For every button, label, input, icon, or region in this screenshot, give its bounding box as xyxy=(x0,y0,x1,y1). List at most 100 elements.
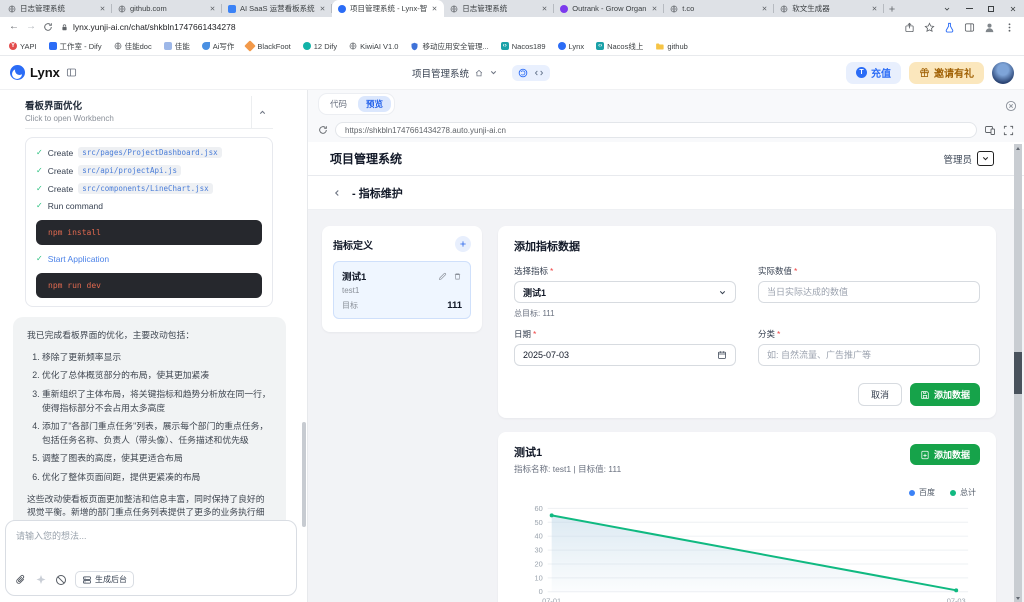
composer: 生成后台 xyxy=(5,520,297,596)
step-action: Create xyxy=(48,184,74,194)
url-field[interactable]: lynx.yunji-ai.cn/chat/shkbln174766143427… xyxy=(60,22,897,32)
attach-paperclip-icon[interactable] xyxy=(15,574,27,586)
legend-item[interactable]: 总计 xyxy=(950,487,976,498)
scrollbar-thumb[interactable] xyxy=(1014,352,1022,394)
tab-close-icon[interactable] xyxy=(209,5,216,12)
browser-tab[interactable]: 日志管理系统 xyxy=(444,0,554,17)
created-file-chip[interactable]: src/pages/ProjectDashboard.jsx xyxy=(78,147,221,158)
browser-tab[interactable]: AI SaaS 运营看板系统 xyxy=(222,0,332,17)
user-avatar[interactable] xyxy=(992,62,1014,84)
recharge-button[interactable]: T充值 xyxy=(846,62,901,84)
tab-code[interactable]: 代码 xyxy=(322,96,355,112)
browser-tab[interactable]: Outrank - Grow Organ xyxy=(554,0,664,17)
delete-trash-icon[interactable] xyxy=(453,272,462,281)
bookmark-dify-workspace[interactable]: 工作室 - Dify xyxy=(49,41,102,52)
new-tab-button[interactable] xyxy=(884,0,900,17)
tab-close-icon[interactable] xyxy=(431,5,438,12)
project-switcher[interactable]: 项目管理系统 xyxy=(412,66,498,80)
code-mode-icon[interactable] xyxy=(534,68,544,78)
tab-close-icon[interactable] xyxy=(319,5,326,12)
start-application-link[interactable]: Start Application xyxy=(48,254,109,264)
bookmark-kiwiai[interactable]: KiwiAI V1.0 xyxy=(349,42,398,51)
tab-close-icon[interactable] xyxy=(761,5,768,12)
preview-scrollbar[interactable] xyxy=(1014,144,1022,602)
preview-close-button[interactable] xyxy=(1005,97,1017,115)
bookmark-yapi[interactable]: YYAPI xyxy=(9,42,37,51)
extension-flask-icon[interactable] xyxy=(944,22,955,33)
lynx-favicon xyxy=(338,5,346,13)
composer-input[interactable] xyxy=(16,529,286,565)
metric-item[interactable]: 测试1 test1 目标 111 xyxy=(333,261,471,319)
browser-tab-active[interactable]: 项目管理系统 - Lynx-智 xyxy=(332,0,444,17)
cancel-button[interactable]: 取消 xyxy=(858,383,902,406)
bookmark-label: 佳能doc xyxy=(125,41,152,52)
scroll-down-arrow[interactable] xyxy=(1014,594,1022,602)
tab-close-icon[interactable] xyxy=(651,5,658,12)
submit-add-data-button[interactable]: 添加数据 xyxy=(910,383,980,406)
tab-close-icon[interactable] xyxy=(541,5,548,12)
check-icon: ✓ xyxy=(36,202,43,210)
invite-button[interactable]: 邀请有礼 xyxy=(909,62,984,84)
window-minimize-button[interactable] xyxy=(958,0,980,17)
legend-item[interactable]: 百度 xyxy=(909,487,935,498)
window-maximize-button[interactable] xyxy=(980,0,1002,17)
bookmark-lynx[interactable]: Lynx xyxy=(558,42,585,51)
bookmark-nacos-online[interactable]: ‹›Nacos线上 xyxy=(596,41,643,52)
menu-kebab-icon[interactable] xyxy=(1004,22,1015,33)
actual-value-input[interactable] xyxy=(758,281,980,303)
admin-menu[interactable]: 管理员 xyxy=(943,151,994,166)
bookmark-star-icon[interactable] xyxy=(924,22,935,33)
add-metric-button[interactable] xyxy=(455,236,471,252)
chat-mode-icon[interactable] xyxy=(518,68,528,78)
side-panel-icon[interactable] xyxy=(964,22,975,33)
bookmark-nacos189[interactable]: ‹›Nacos189 xyxy=(501,42,546,51)
sparkle-icon[interactable] xyxy=(35,574,47,586)
chevron-up-icon xyxy=(258,108,267,117)
chat-scrollbar[interactable] xyxy=(302,422,306,527)
refresh-icon[interactable] xyxy=(318,125,328,135)
preview-url-field[interactable]: https://shkbln1747661434278.auto.yunji-a… xyxy=(335,122,977,138)
tab-close-icon[interactable] xyxy=(871,5,878,12)
scroll-up-arrow[interactable] xyxy=(1014,144,1022,152)
bookmark-12-dify[interactable]: 12 Dify xyxy=(303,42,337,51)
task-header-info[interactable]: 看板界面优化 Click to open Workbench xyxy=(25,96,251,128)
device-toggle-icon[interactable] xyxy=(984,124,996,136)
share-icon[interactable] xyxy=(904,22,915,33)
date-value: 2025-07-03 xyxy=(523,350,569,360)
tab-preview[interactable]: 预览 xyxy=(358,96,391,112)
back-button[interactable]: ← xyxy=(9,22,19,32)
bookmark-canon-doc[interactable]: 佳能doc xyxy=(114,41,152,52)
window-controls xyxy=(936,0,1024,17)
sidebar-toggle-icon[interactable] xyxy=(66,67,77,78)
generate-backend-button[interactable]: 生成后台 xyxy=(75,571,134,588)
date-input[interactable]: 2025-07-03 xyxy=(514,344,736,366)
reload-button[interactable] xyxy=(43,22,53,32)
bookmark-mobile-security[interactable]: 移动应用安全管理... xyxy=(410,41,488,52)
forward-button[interactable]: → xyxy=(26,22,36,32)
browser-tab[interactable]: t.co xyxy=(664,0,774,17)
line-chart[interactable]: 010203040506007-0107-03 xyxy=(514,502,980,602)
tab-close-icon[interactable] xyxy=(99,5,106,12)
stop-ban-icon[interactable] xyxy=(55,574,67,586)
back-chevron-icon[interactable] xyxy=(332,188,342,198)
grid-spacer xyxy=(758,308,980,319)
task-collapse-button[interactable] xyxy=(251,96,273,128)
created-file-chip[interactable]: src/api/projectApi.js xyxy=(78,165,181,176)
browser-tab[interactable]: 日志管理系统 xyxy=(2,0,112,17)
category-input[interactable] xyxy=(758,344,980,366)
bookmark-blackfoot[interactable]: BlackFoot xyxy=(246,42,290,51)
bookmark-canon[interactable]: 佳能 xyxy=(164,41,190,52)
bookmark-ai-writing[interactable]: Ai写作 xyxy=(202,41,235,52)
window-close-button[interactable] xyxy=(1002,0,1024,17)
profile-icon[interactable] xyxy=(984,22,995,33)
browser-tab[interactable]: github.com xyxy=(112,0,222,17)
edit-pencil-icon[interactable] xyxy=(438,272,447,281)
created-file-chip[interactable]: src/components/LineChart.jsx xyxy=(78,183,212,194)
lynx-logo-icon[interactable] xyxy=(10,65,25,80)
browser-tab[interactable]: 软文生成器 xyxy=(774,0,884,17)
metric-select[interactable]: 测试1 xyxy=(514,281,736,303)
chart-add-data-button[interactable]: 添加数据 xyxy=(910,444,980,465)
tab-search-button[interactable] xyxy=(936,0,958,17)
fullscreen-icon[interactable] xyxy=(1003,125,1014,136)
bookmark-github-folder[interactable]: github xyxy=(655,42,687,51)
